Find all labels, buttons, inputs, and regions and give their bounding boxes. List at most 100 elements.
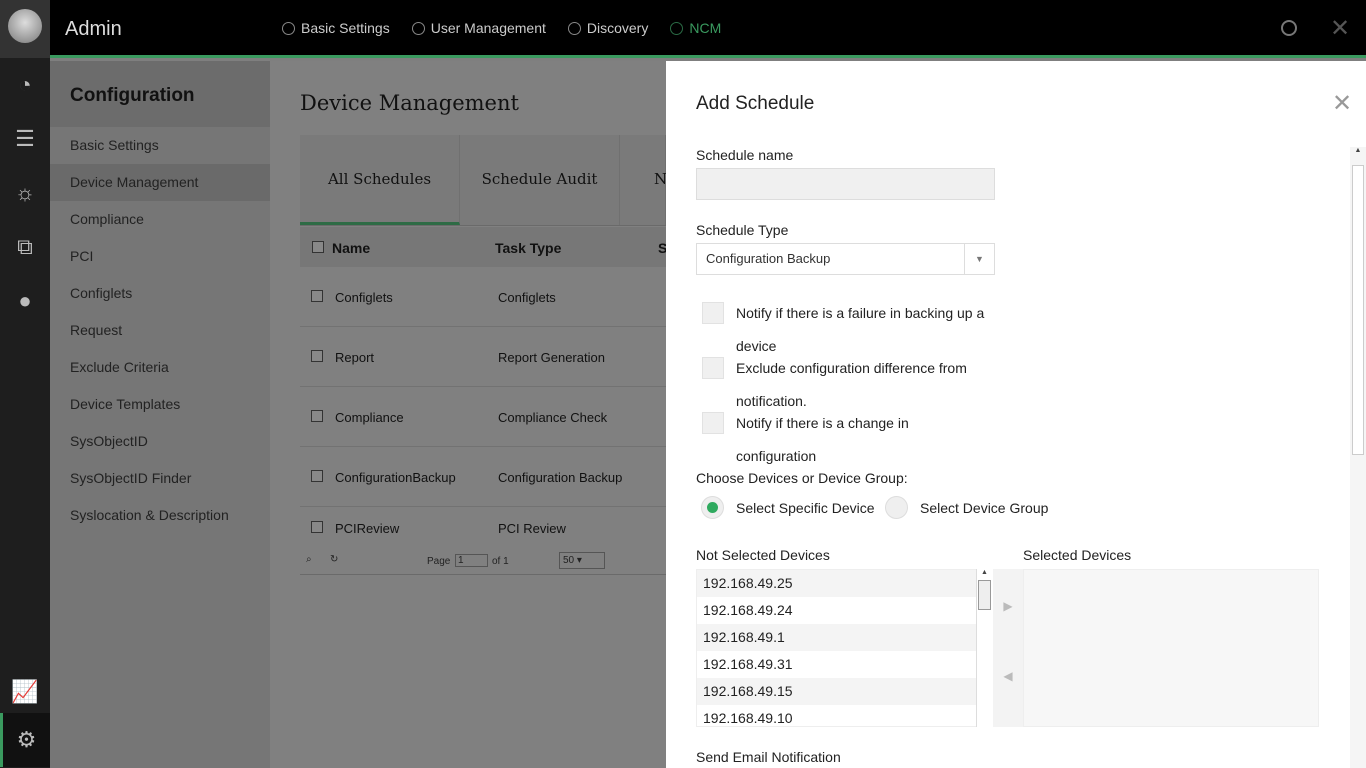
inventory-icon[interactable]: ☰ (0, 112, 50, 166)
alarm-icon[interactable]: ☼ (0, 166, 50, 220)
row-name: Configlets (335, 290, 393, 305)
sidebar-item[interactable]: Compliance (50, 201, 270, 238)
row-checkbox[interactable] (311, 290, 323, 302)
sidebar-item[interactable]: Device Management (50, 164, 270, 201)
row-task: Configuration Backup (498, 470, 623, 485)
page-input[interactable]: 1 (455, 554, 488, 567)
row-checkbox[interactable] (311, 470, 323, 482)
row-name: Compliance (335, 410, 404, 425)
schedule-name-input[interactable] (696, 168, 995, 200)
tab-more[interactable]: N (620, 135, 667, 225)
nav-user-management[interactable]: User Management (411, 20, 546, 36)
icon-rail: ◔ ☰ ☼ ⧉ ● 📈 ⚙ (0, 58, 50, 768)
refresh-icon[interactable]: ↻ (330, 554, 338, 565)
tab-schedule-audit[interactable]: Schedule Audit (460, 135, 620, 225)
top-bar: Admin Basic Settings User Management Dis… (0, 0, 1366, 58)
row-checkbox[interactable] (311, 410, 323, 422)
sidebar-item[interactable]: Request (50, 312, 270, 349)
sidebar-item[interactable]: Exclude Criteria (50, 349, 270, 386)
list-item[interactable]: 192.168.49.24 (697, 597, 991, 624)
radio-device-group[interactable] (885, 496, 908, 519)
compass-icon (282, 22, 295, 35)
list-item[interactable]: 192.168.49.10 (697, 705, 991, 726)
tab-all-schedules[interactable]: All Schedules (300, 135, 460, 225)
per-page-select[interactable]: 50 ▾ (559, 552, 605, 569)
nav-discovery[interactable]: Discovery (567, 20, 648, 36)
notify-change-checkbox[interactable] (702, 412, 724, 434)
schedule-name-label: Schedule name (696, 147, 794, 163)
checkbox-label: Notify if there is a change in configura… (736, 415, 909, 464)
list-item[interactable]: 192.168.49.31 (697, 651, 991, 678)
row-checkbox[interactable] (311, 521, 323, 533)
notify-failure-checkbox[interactable] (702, 302, 724, 324)
scroll-thumb[interactable] (1352, 165, 1364, 455)
sidebar-item[interactable]: SysObjectID (50, 423, 270, 460)
list-item[interactable]: 192.168.49.25 (697, 570, 991, 597)
table-row[interactable]: Configlets Configlets (300, 267, 666, 327)
main-content: Device Management All Schedules Schedule… (270, 61, 667, 768)
row-task: Configlets (498, 290, 556, 305)
dashboard-icon[interactable]: ◔ (0, 58, 50, 112)
top-nav: Basic Settings User Management Discovery… (282, 20, 721, 36)
list-scrollbar[interactable]: ▲ (976, 569, 992, 727)
select-all-checkbox[interactable] (312, 241, 324, 253)
nav-ncm[interactable]: NCM (670, 20, 721, 36)
nav-basic-settings[interactable]: Basic Settings (282, 20, 390, 36)
table-row[interactable]: Report Report Generation (300, 327, 666, 387)
column-task-type[interactable]: Task Type (495, 240, 561, 256)
move-left-icon[interactable]: ◀ (993, 613, 1023, 683)
chat-icon[interactable]: ● (0, 274, 50, 328)
avatar[interactable] (0, 0, 50, 58)
compass-icon (411, 22, 425, 35)
selected-label: Selected Devices (1023, 547, 1132, 563)
move-buttons: ▶ ◀ (993, 569, 1023, 727)
radio-label: Select Specific Device (736, 500, 875, 516)
radio-label: Select Device Group (920, 500, 1049, 516)
sidebar-item[interactable]: SysObjectID Finder (50, 460, 270, 497)
not-selected-devices-list[interactable]: 192.168.49.25 192.168.49.24 192.168.49.1… (696, 569, 992, 727)
row-task: Compliance Check (498, 410, 608, 425)
config-sidebar: Configuration Basic Settings Device Mana… (50, 61, 270, 768)
settings-icon[interactable]: ⚙ (0, 713, 50, 767)
close-icon[interactable]: ✕ (1332, 89, 1352, 118)
reports-icon[interactable]: 📈 (0, 665, 50, 719)
row-name: PCIReview (335, 521, 400, 536)
search-icon[interactable]: ⌕ (306, 554, 312, 565)
per-page-value: 50 (563, 555, 575, 566)
table-row[interactable]: ConfigurationBackup Configuration Backup (300, 447, 666, 507)
column-name[interactable]: Name (332, 240, 370, 256)
close-icon[interactable]: ✕ (1330, 14, 1350, 43)
move-right-icon[interactable]: ▶ (993, 569, 1023, 613)
chevron-down-icon: ▼ (964, 244, 994, 274)
page-label: Page (427, 556, 451, 567)
pager: ⌕ ↻ Page 1 of 1 50 ▾ (300, 549, 666, 575)
sidebar-item[interactable]: PCI (50, 238, 270, 275)
sidebar-item[interactable]: Syslocation & Description (50, 497, 270, 534)
compass-icon (670, 22, 684, 35)
table-row[interactable]: Compliance Compliance Check (300, 387, 666, 447)
tabs: All Schedules Schedule Audit N (300, 135, 667, 226)
sidebar-item[interactable]: Configlets (50, 275, 270, 312)
network-icon[interactable]: ⧉ (0, 220, 50, 274)
search-icon[interactable] (1281, 20, 1297, 36)
panel-scrollbar[interactable]: ▲ (1350, 147, 1366, 768)
selected-devices-list[interactable] (1023, 569, 1319, 727)
table-header: Name Task Type S (300, 227, 667, 267)
schedule-type-label: Schedule Type (696, 222, 789, 238)
add-schedule-panel: Add Schedule ✕ Schedule name Schedule Ty… (666, 61, 1366, 768)
schedule-type-select[interactable]: Configuration Backup ▼ (696, 243, 995, 275)
list-item[interactable]: 192.168.49.1 (697, 624, 991, 651)
sidebar-item[interactable]: Device Templates (50, 386, 270, 423)
exclude-diff-checkbox[interactable] (702, 357, 724, 379)
page-title: Device Management (300, 91, 519, 115)
compass-icon (567, 22, 581, 35)
row-checkbox[interactable] (311, 350, 323, 362)
sidebar-item[interactable]: Basic Settings (50, 127, 270, 164)
list-item[interactable]: 192.168.49.15 (697, 678, 991, 705)
table-row[interactable]: PCIReview PCI Review (300, 507, 666, 549)
panel-title: Add Schedule (696, 93, 815, 114)
radio-specific-device[interactable] (701, 496, 724, 519)
schedule-type-value: Configuration Backup (706, 251, 831, 266)
choose-devices-label: Choose Devices or Device Group: (696, 470, 908, 486)
row-task: Report Generation (498, 350, 605, 365)
